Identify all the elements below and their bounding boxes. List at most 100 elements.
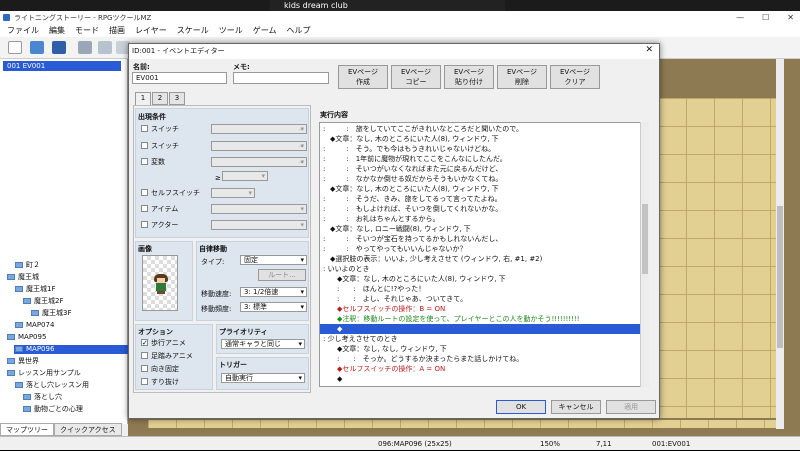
checkbox-checked-icon[interactable]	[141, 338, 148, 348]
command-line[interactable]: : : やってやってもいいんじゃないか？	[320, 244, 640, 254]
ev-page-copy-button[interactable]: EVページ コピー	[391, 65, 441, 89]
minimize-button[interactable]: —	[736, 11, 744, 25]
tree-item[interactable]: 魔王城1F	[14, 285, 128, 294]
checkbox-icon[interactable]	[141, 125, 148, 132]
speed-select[interactable]: 3: 1/2倍速	[240, 287, 307, 297]
self-switch-selector[interactable]	[211, 188, 255, 198]
tree-item[interactable]: 落とし穴レッスン用	[14, 381, 128, 390]
checkbox-icon[interactable]	[141, 158, 148, 165]
checkbox-icon[interactable]	[141, 352, 148, 359]
condition-variable[interactable]: 変数	[141, 157, 165, 167]
map-floor-strip[interactable]	[148, 420, 780, 428]
menu-tools[interactable]: ツール	[219, 25, 243, 37]
actor-selector[interactable]	[211, 220, 307, 230]
apply-button[interactable]: 適用	[606, 400, 656, 414]
command-line[interactable]: : : そう。でも今はもうきれいじゃないけどね。	[320, 144, 640, 154]
condition-actor[interactable]: アクター	[141, 220, 178, 230]
command-line[interactable]: ◆選択肢の表示：いいよ, 少し考えさせて (ウィンドウ, 右, #1, #2)	[320, 254, 640, 264]
switch2-selector[interactable]: ...	[211, 141, 307, 151]
ev-page-paste-button[interactable]: EVページ 貼り付け	[444, 65, 494, 89]
command-line[interactable]: ◆文章：なし, 木のところにいた人(8), ウィンドウ, 下	[320, 134, 640, 144]
type-select[interactable]: 固定	[240, 255, 307, 265]
copy-icon[interactable]	[98, 41, 112, 54]
option-through[interactable]: すり抜け	[141, 377, 179, 387]
command-line[interactable]: ◆文章：なし, 木のところにいた人(8), ウィンドウ, 下	[320, 184, 640, 194]
tree-item[interactable]: 町２	[14, 261, 128, 270]
command-line[interactable]: : いいよのとき	[320, 264, 640, 274]
tab-map-tree[interactable]: マップツリー	[0, 423, 54, 436]
trigger-select[interactable]: 自動実行	[221, 373, 305, 383]
ok-button[interactable]: OK	[496, 400, 546, 414]
tree-item[interactable]: MAP095	[6, 333, 128, 342]
checkbox-icon[interactable]	[141, 365, 148, 372]
maximize-button[interactable]: ☐	[762, 11, 769, 25]
memo-field[interactable]	[233, 72, 329, 84]
cancel-button[interactable]: キャンセル	[551, 400, 601, 414]
event-list-item[interactable]: 001 EV001	[3, 61, 121, 71]
tree-item[interactable]: 落とし穴	[22, 393, 128, 402]
contents-scroll-thumb[interactable]	[642, 204, 648, 274]
checkbox-icon[interactable]	[141, 378, 148, 385]
menu-file[interactable]: ファイル	[7, 25, 39, 37]
tree-item[interactable]: MAP074	[14, 321, 128, 330]
tab-quick-access[interactable]: クイックアクセス	[54, 423, 122, 436]
menu-layer[interactable]: レイヤー	[135, 25, 167, 37]
command-line[interactable]: ◆	[320, 324, 640, 334]
tree-item[interactable]: 異世界	[6, 357, 128, 366]
option-direction-fix[interactable]: 向き固定	[141, 364, 179, 374]
command-line[interactable]: : : もしよければ、そいつを倒してくれないかな。	[320, 204, 640, 214]
map-scroll-thumb[interactable]	[777, 206, 783, 348]
tree-item[interactable]: 動物ごとの心理	[22, 405, 128, 414]
variable-selector[interactable]: ...	[211, 157, 307, 167]
menu-mode[interactable]: モード	[75, 25, 99, 37]
command-line[interactable]: ◆セルフスイッチの操作：A = ON	[320, 364, 640, 374]
command-line[interactable]: : : そっか。どうするか決まったらまた話しかけてね。	[320, 354, 640, 364]
menu-edit[interactable]: 編集	[49, 25, 65, 37]
item-selector[interactable]	[211, 204, 307, 214]
cut-icon[interactable]	[78, 41, 92, 54]
condition-switch2[interactable]: スイッチ	[141, 141, 179, 151]
ev-page-new-button[interactable]: EVページ 作成	[338, 65, 388, 89]
tree-item[interactable]: レッスン用サンプル	[6, 369, 128, 378]
name-field[interactable]: EV001	[132, 72, 227, 84]
switch1-selector[interactable]: ...	[211, 124, 307, 134]
command-line[interactable]: ◆注釈：移動ルートの設定を使って、プレイヤーとこの人を動かそう!!!!!!!!!…	[320, 314, 640, 324]
condition-switch1[interactable]: スイッチ	[141, 124, 179, 134]
save-icon[interactable]	[52, 41, 66, 54]
tree-item[interactable]: 魔王城3F	[30, 309, 128, 318]
route-button[interactable]: ルート...	[258, 269, 306, 281]
map-floor-tiles[interactable]	[658, 98, 776, 418]
open-icon[interactable]	[30, 41, 44, 54]
command-line[interactable]: : : お礼はちゃんとするから。	[320, 214, 640, 224]
command-line[interactable]: : : ほんとに!?やった！	[320, 284, 640, 294]
option-walking-anim[interactable]: 歩行アニメ	[141, 338, 186, 348]
option-stepping-anim[interactable]: 足踏みアニメ	[141, 351, 193, 361]
menu-scale[interactable]: スケール	[177, 25, 209, 37]
tab-page-3[interactable]: 3	[169, 92, 185, 105]
variable-value-field[interactable]	[222, 171, 268, 181]
command-line[interactable]: : : なかなか倒せる奴だからそうもいかなくてね。	[320, 174, 640, 184]
checkbox-icon[interactable]	[141, 205, 148, 212]
command-line[interactable]: : : そいつがいなくなればまた元に戻るんだけど、	[320, 164, 640, 174]
command-line[interactable]: : : そいつが宝石を持ってるかもしれないんだし、	[320, 234, 640, 244]
checkbox-icon[interactable]	[141, 221, 148, 228]
command-line[interactable]: ◆文章：なし, なし, ウィンドウ, 下	[320, 344, 640, 354]
condition-item[interactable]: アイテム	[141, 204, 178, 214]
command-line[interactable]: : 少し考えさせてのとき	[320, 334, 640, 344]
tab-page-1[interactable]: 1	[135, 92, 151, 106]
command-line[interactable]: : : よし、それじゃあ、ついてきて。	[320, 294, 640, 304]
tree-item[interactable]: 魔王城2F	[22, 297, 128, 306]
tree-item[interactable]: MAP096	[14, 345, 128, 354]
command-line[interactable]: ◆	[320, 374, 640, 384]
command-line[interactable]: ◆セルフスイッチの操作：B = ON	[320, 304, 640, 314]
command-line[interactable]: : : 旅をしていてここがきれいなところだと聞いたので。	[320, 124, 640, 134]
priority-select[interactable]: 通常キャラと同じ	[221, 339, 305, 349]
event-image-box[interactable]	[142, 255, 178, 311]
command-line[interactable]: : : そうだ、きみ、旅をしてるって言ってたよね。	[320, 194, 640, 204]
command-line[interactable]: ◆文章：なし, ロニー戦闘(8), ウィンドウ, 下	[320, 224, 640, 234]
new-icon[interactable]	[8, 41, 22, 54]
menu-help[interactable]: ヘルプ	[287, 25, 311, 37]
checkbox-icon[interactable]	[141, 189, 148, 196]
command-line[interactable]: : : 1年前に魔物が現れてここをこんなにしたんだ。	[320, 154, 640, 164]
condition-self-switch[interactable]: セルフスイッチ	[141, 188, 200, 198]
